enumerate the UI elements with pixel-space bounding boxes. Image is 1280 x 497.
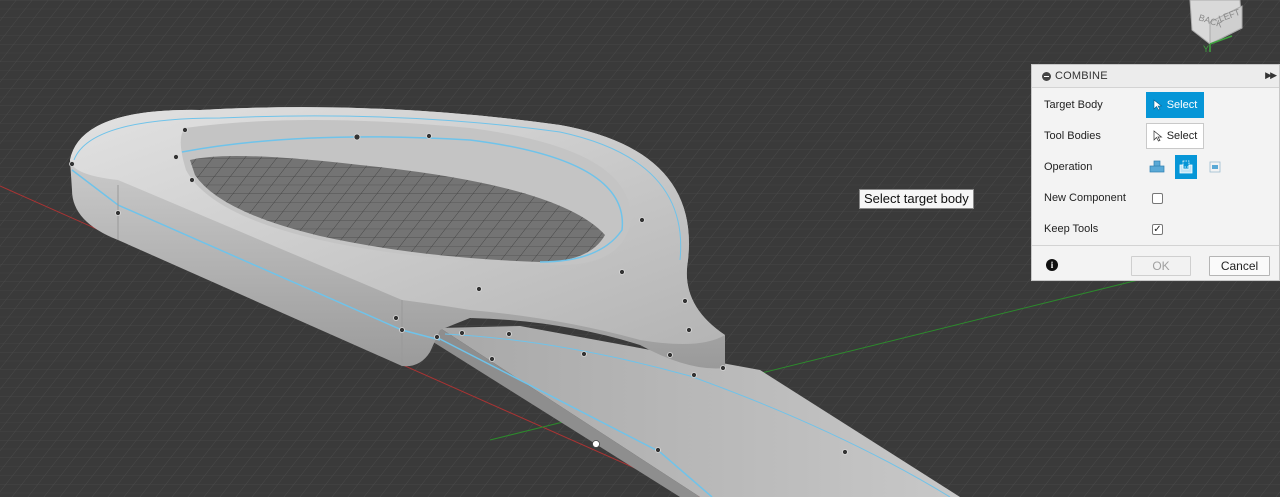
collapse-icon[interactable] [1042,71,1051,81]
viewcube-y-axis-label: Y [1203,44,1209,54]
row-tool-bodies: Tool Bodies Select [1032,122,1279,150]
keep-tools-checkbox[interactable]: ✓ [1152,223,1163,235]
row-operation: Operation [1032,153,1279,181]
target-body-label: Target Body [1044,99,1103,111]
selection-tooltip: Select target body [859,189,974,209]
target-body-select-label: Select [1166,99,1198,111]
intersect-operation-button[interactable] [1204,155,1226,179]
expand-icon[interactable]: ▶▶ [1265,70,1277,81]
dialog-footer: i OK Cancel [1032,245,1279,282]
row-target-body: Target Body Select [1032,91,1279,119]
cancel-button[interactable]: Cancel [1209,256,1270,276]
row-new-component: New Component [1032,184,1279,212]
new-component-checkbox[interactable] [1152,192,1163,204]
tool-bodies-select-label: Select [1166,130,1198,142]
cut-icon [1179,160,1193,174]
tool-bodies-label: Tool Bodies [1044,130,1101,142]
new-component-label: New Component [1044,192,1126,204]
join-icon [1149,160,1165,173]
cursor-icon [1153,130,1163,142]
cut-operation-button[interactable] [1175,155,1197,179]
keep-tools-label: Keep Tools [1044,223,1099,235]
target-body-select-button[interactable]: Select [1146,92,1204,118]
cursor-icon [1153,99,1163,111]
ok-button[interactable]: OK [1131,256,1191,276]
dialog-title: COMBINE [1055,70,1108,82]
join-operation-button[interactable] [1146,155,1168,179]
view-cube[interactable]: BACK LEFT Y [1180,0,1280,60]
combine-dialog: COMBINE ▶▶ Target Body Select Tool Bodie… [1031,64,1280,281]
dialog-header[interactable]: COMBINE ▶▶ [1032,65,1279,88]
operation-label: Operation [1044,161,1093,173]
intersect-icon [1209,161,1221,173]
info-icon[interactable]: i [1046,259,1058,271]
row-keep-tools: Keep Tools ✓ [1032,215,1279,243]
tool-bodies-select-button[interactable]: Select [1146,123,1204,149]
